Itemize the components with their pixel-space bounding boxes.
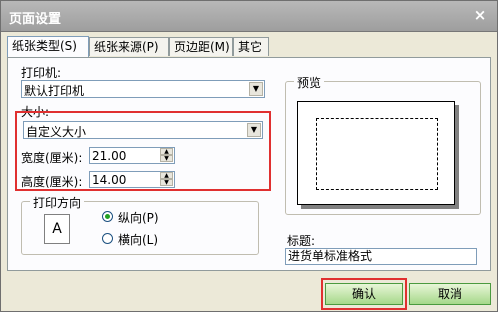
- tab-paper-type[interactable]: 纸张类型(S): [7, 36, 89, 57]
- spin-up-icon[interactable]: ▲: [160, 148, 173, 155]
- orientation-label: 打印方向: [30, 194, 85, 211]
- tab-margins[interactable]: 页边距(M): [169, 37, 233, 56]
- height-stepper[interactable]: 14.00 ▲ ▼: [89, 171, 175, 188]
- printer-value: 默认打印机: [24, 84, 85, 98]
- size-value: 自定义大小: [26, 125, 87, 139]
- cancel-button[interactable]: 取消: [409, 283, 491, 305]
- preview-page: [297, 101, 455, 205]
- orientation-group: 打印方向 A 纵向(P) 横向(L): [21, 194, 259, 255]
- title-label: 标题:: [287, 234, 316, 248]
- title-bar: 页面设置 ×: [1, 1, 497, 32]
- spin-up-icon[interactable]: ▲: [160, 172, 173, 179]
- size-select[interactable]: 自定义大小 ▼: [23, 121, 263, 139]
- dropdown-arrow-icon[interactable]: ▼: [249, 82, 263, 96]
- width-stepper[interactable]: 21.00 ▲ ▼: [89, 147, 175, 164]
- window-title: 页面设置: [9, 12, 62, 27]
- page-icon-letter: A: [52, 221, 62, 237]
- width-label: 宽度(厘米):: [21, 151, 83, 165]
- ok-button[interactable]: 确认: [325, 283, 403, 305]
- spin-down-icon[interactable]: ▼: [160, 155, 173, 162]
- height-label: 高度(厘米):: [21, 175, 83, 189]
- width-value: 21.00: [92, 149, 127, 163]
- printer-select[interactable]: 默认打印机 ▼: [21, 80, 265, 98]
- landscape-radio[interactable]: [102, 233, 113, 244]
- page-setup-dialog: 页面设置 × 纸张类型(S) 纸张来源(P) 页边距(M) 其它 打印机: 默认…: [0, 0, 498, 312]
- preview-label: 预览: [294, 74, 325, 91]
- portrait-radio[interactable]: [102, 211, 113, 222]
- height-value: 14.00: [92, 173, 127, 187]
- dropdown-arrow-icon[interactable]: ▼: [247, 123, 261, 137]
- printer-label: 打印机:: [21, 66, 62, 80]
- landscape-label[interactable]: 横向(L): [118, 231, 158, 248]
- tab-paper-source[interactable]: 纸张来源(P): [89, 37, 169, 56]
- preview-margin-box: [316, 118, 438, 190]
- portrait-page-icon: A: [44, 214, 70, 244]
- portrait-label[interactable]: 纵向(P): [118, 209, 159, 226]
- close-icon[interactable]: ×: [471, 7, 489, 24]
- spin-down-icon[interactable]: ▼: [160, 179, 173, 186]
- tab-other[interactable]: 其它: [233, 37, 269, 56]
- title-input[interactable]: 进货单标准格式: [285, 248, 477, 265]
